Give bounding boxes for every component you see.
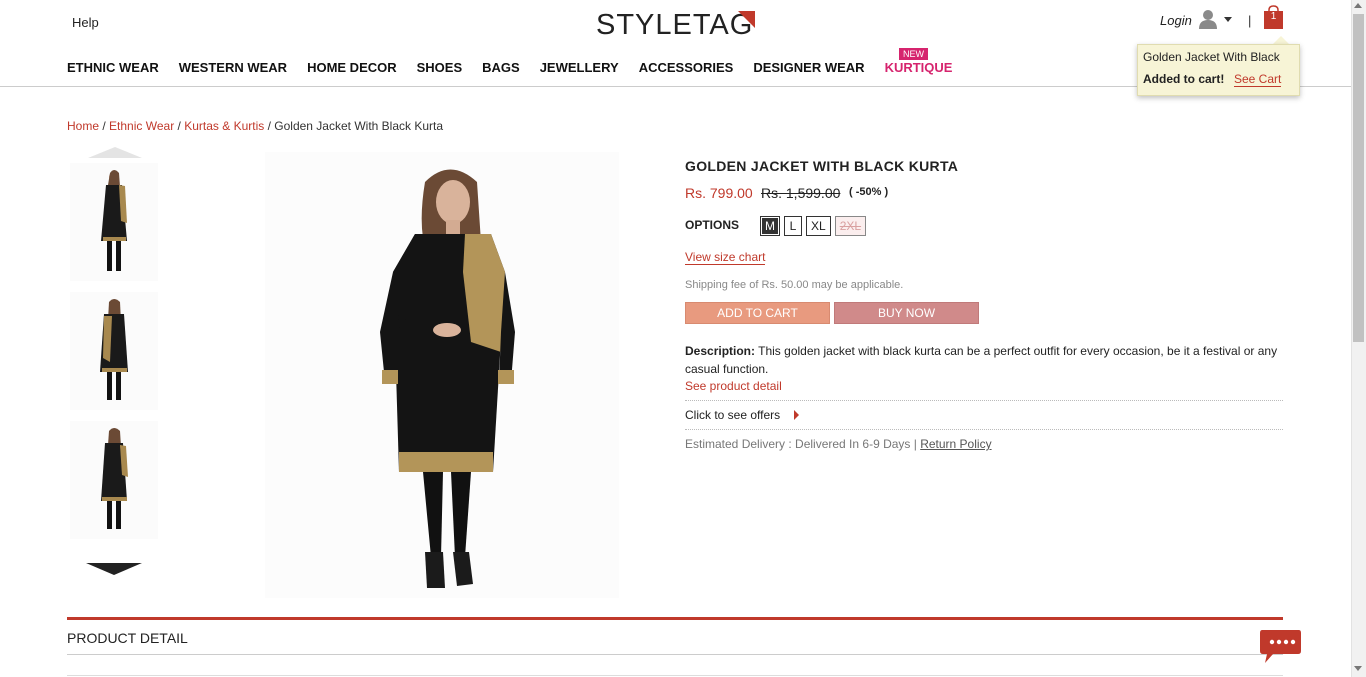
new-badge: NEW xyxy=(899,48,928,60)
scrollbar-thumb[interactable] xyxy=(1353,14,1364,342)
model-thumbnail-image xyxy=(101,170,127,271)
breadcrumb: Home / Ethnic Wear / Kurtas & Kurtis / G… xyxy=(67,119,443,133)
help-link[interactable]: Help xyxy=(72,15,99,30)
nav-bags[interactable]: BAGS xyxy=(482,60,520,75)
nav-home-decor[interactable]: HOME DECOR xyxy=(307,60,397,75)
breadcrumb-current: Golden Jacket With Black Kurta xyxy=(274,119,444,133)
styletag-logo[interactable]: STYLETAG xyxy=(596,9,753,42)
popup-product-name: Golden Jacket With Black xyxy=(1143,50,1280,64)
delivery-text: Estimated Delivery : Delivered In 6-9 Da… xyxy=(685,437,921,451)
breadcrumb-home[interactable]: Home xyxy=(67,119,99,133)
header-separator: | xyxy=(1248,13,1252,28)
size-option-xl[interactable]: XL xyxy=(806,216,831,236)
product-description: Description: This golden jacket with bla… xyxy=(685,342,1283,378)
scroll-up-icon[interactable] xyxy=(1354,3,1362,8)
size-option-l[interactable]: L xyxy=(784,216,802,236)
product-discount: ( -50% ) xyxy=(849,186,889,198)
chevron-down-icon[interactable] xyxy=(86,563,142,575)
breadcrumb-sep: / xyxy=(102,119,106,133)
buy-now-button[interactable]: BUY NOW xyxy=(834,302,979,324)
product-detail-accent-bar xyxy=(67,617,1283,620)
nav-jewellery[interactable]: JEWELLERY xyxy=(540,60,619,75)
model-thumbnail-image xyxy=(100,299,128,400)
nav-kurtique[interactable]: KURTIQUE xyxy=(885,60,953,75)
cart-popup: Golden Jacket With Black Added to cart! … xyxy=(1137,44,1300,96)
divider xyxy=(685,400,1283,401)
thumbnail-3[interactable] xyxy=(70,421,158,539)
nav-western-wear[interactable]: WESTERN WEAR xyxy=(179,60,287,75)
shipping-note: Shipping fee of Rs. 50.00 may be applica… xyxy=(685,279,904,291)
nav-shoes[interactable]: SHOES xyxy=(417,60,463,75)
popup-added-text: Added to cart! xyxy=(1143,72,1225,86)
popup-arrow xyxy=(1273,36,1289,44)
size-options: M L XL 2XL xyxy=(760,216,867,236)
breadcrumb-sep: / xyxy=(177,119,181,133)
chat-bubble-icon[interactable] xyxy=(1259,627,1302,665)
caret-down-icon[interactable] xyxy=(1224,17,1232,22)
thumbnail-1[interactable] xyxy=(70,163,158,281)
main-nav: ETHNIC WEAR WESTERN WEAR HOME DECOR SHOE… xyxy=(67,60,952,75)
product-detail-heading[interactable]: PRODUCT DETAIL xyxy=(67,630,188,646)
breadcrumb-kurtas[interactable]: Kurtas & Kurtis xyxy=(184,119,264,133)
model-thumbnail-image xyxy=(101,428,128,529)
product-price: Rs. 799.00 xyxy=(685,185,753,201)
model-main-image xyxy=(380,169,515,588)
size-option-2xl[interactable]: 2XL xyxy=(834,216,867,236)
size-option-m[interactable]: M xyxy=(760,216,780,236)
product-mrp: Rs. 1,599.00 xyxy=(761,185,841,201)
cart-count-badge[interactable]: 1 xyxy=(1264,11,1283,22)
see-cart-link[interactable]: See Cart xyxy=(1234,72,1282,87)
logo-mark-icon xyxy=(738,11,755,28)
nav-accessories[interactable]: ACCESSORIES xyxy=(639,60,734,75)
nav-designer-wear[interactable]: DESIGNER WEAR xyxy=(753,60,864,75)
breadcrumb-sep: / xyxy=(267,119,271,133)
login-link[interactable]: Login xyxy=(1160,13,1192,28)
divider xyxy=(685,429,1283,430)
return-policy-link[interactable]: Return Policy xyxy=(920,437,991,451)
chevron-up-icon[interactable] xyxy=(88,147,142,158)
description-text: This golden jacket with black kurta can … xyxy=(685,344,1278,376)
main-product-image[interactable] xyxy=(265,152,619,598)
user-icon[interactable] xyxy=(1199,9,1217,29)
view-size-chart-link[interactable]: View size chart xyxy=(685,250,766,265)
thumbnail-2[interactable] xyxy=(70,292,158,410)
product-title: GOLDEN JACKET WITH BLACK KURTA xyxy=(685,158,959,174)
estimated-delivery: Estimated Delivery : Delivered In 6-9 Da… xyxy=(685,437,992,451)
see-product-detail-link[interactable]: See product detail xyxy=(685,379,782,393)
scroll-down-icon[interactable] xyxy=(1354,666,1362,671)
nav-ethnic-wear[interactable]: ETHNIC WEAR xyxy=(67,60,159,75)
breadcrumb-ethnic-wear[interactable]: Ethnic Wear xyxy=(109,119,174,133)
offers-toggle[interactable]: Click to see offers xyxy=(685,408,780,422)
divider xyxy=(67,654,1283,655)
divider xyxy=(67,675,1283,676)
description-label: Description: xyxy=(685,344,756,358)
add-to-cart-button[interactable]: ADD TO CART xyxy=(685,302,830,324)
options-label: OPTIONS xyxy=(685,218,740,232)
play-arrow-icon[interactable] xyxy=(794,410,799,420)
